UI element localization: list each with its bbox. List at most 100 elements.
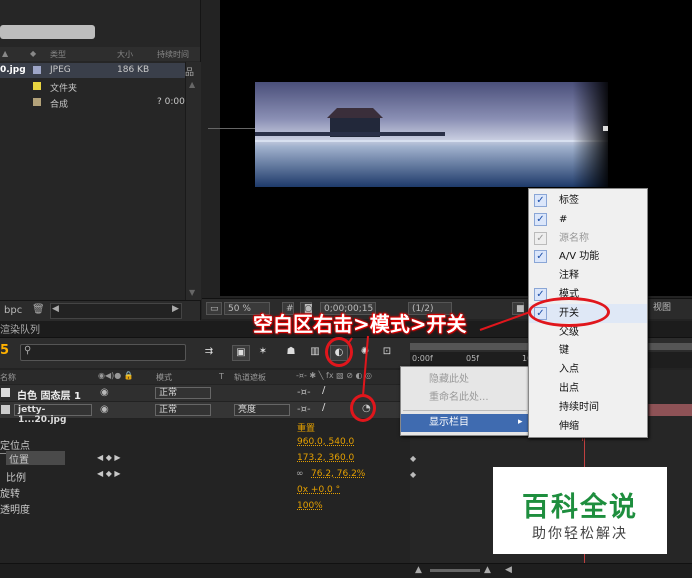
menu-item-in[interactable]: 入点 bbox=[529, 360, 647, 379]
timeline-zoom-bar: ▲ ▲ ◀ bbox=[0, 563, 692, 578]
property-row: 比例 ◀ ◆ ▶ ∞ 76.2, 76.2% bbox=[0, 467, 410, 484]
magnifier-icon[interactable]: ▭ bbox=[206, 302, 222, 315]
label-swatch[interactable] bbox=[33, 66, 41, 74]
shy-icon[interactable]: -¤- bbox=[297, 387, 311, 398]
column-size[interactable]: 大小 bbox=[117, 49, 133, 60]
property-value[interactable]: 173.2, 360.0 bbox=[297, 453, 354, 463]
keyframe-icon[interactable]: ◆ bbox=[410, 454, 416, 463]
jetty-image[interactable] bbox=[255, 82, 608, 187]
project-search-input[interactable] bbox=[0, 25, 95, 39]
shy-icon[interactable]: -¤- bbox=[297, 404, 311, 415]
zoom-in-icon[interactable]: ▲ bbox=[484, 565, 491, 575]
menu-item-out[interactable]: 出点 bbox=[529, 379, 647, 398]
property-row: 旋转 0x +0.0 ° bbox=[0, 483, 410, 500]
layer-name[interactable]: jetty-1...20.jpg bbox=[14, 404, 92, 425]
col-t[interactable]: T bbox=[219, 372, 224, 381]
quality-slash-icon[interactable]: / bbox=[322, 385, 325, 396]
zoom-slider[interactable] bbox=[430, 569, 480, 572]
menu-item-parent[interactable]: 父级 bbox=[529, 323, 647, 342]
quality-slash-icon[interactable]: / bbox=[322, 402, 325, 413]
zoom-out-icon[interactable]: ▲ bbox=[415, 565, 422, 575]
scroll-right-icon[interactable]: ▶ bbox=[172, 304, 179, 314]
video-eye-icon[interactable]: ◉ bbox=[100, 404, 109, 415]
property-name[interactable]: 位置 bbox=[6, 451, 65, 466]
col-mode[interactable]: 模式 bbox=[156, 372, 172, 383]
watermark-logo: 百科全说 助你轻松解决 bbox=[493, 467, 667, 554]
scroll-left-icon[interactable]: ◀ bbox=[52, 304, 59, 314]
draft-3d-icon[interactable]: ✶ bbox=[254, 345, 272, 361]
menu-item-av-features[interactable]: ✓ A/V 功能 bbox=[529, 247, 647, 266]
keyframe-icon[interactable]: ◆ bbox=[410, 470, 416, 479]
scroll-up-icon[interactable]: ▲ bbox=[189, 80, 195, 89]
column-type[interactable]: 类型 bbox=[50, 49, 66, 60]
label-swatch[interactable] bbox=[1, 388, 10, 397]
col-layer-name[interactable]: 名称 bbox=[0, 372, 16, 383]
menu-item-keys[interactable]: 键 bbox=[529, 341, 647, 360]
sort-arrow-icon[interactable]: ▲ bbox=[2, 49, 8, 58]
label-swatch[interactable] bbox=[1, 405, 10, 414]
column-duration[interactable]: 持续时间 bbox=[157, 49, 189, 60]
menu-item-comment[interactable]: 注释 bbox=[529, 266, 647, 285]
project-hscrollbar[interactable] bbox=[50, 303, 182, 319]
property-value[interactable]: 0x +0.0 ° bbox=[297, 485, 340, 495]
checkmark-icon: ✓ bbox=[534, 231, 547, 245]
project-item-type: 文件夹 bbox=[50, 84, 78, 94]
hide-shy-layers-icon[interactable]: ☗ bbox=[282, 345, 300, 361]
av-switch-icons[interactable]: ◉◀)● 🔒 bbox=[98, 371, 134, 380]
bpc-label[interactable]: bpc bbox=[4, 305, 22, 316]
project-item[interactable]: 合成 ? 0:00 bbox=[0, 95, 200, 110]
menu-item-text: 标签 bbox=[559, 195, 579, 206]
trash-icon[interactable]: 🗑 bbox=[32, 304, 45, 315]
keyframe-nav-icons[interactable]: ◀ ◆ ▶ bbox=[97, 469, 121, 478]
live-update-icon[interactable]: ▣ bbox=[232, 345, 250, 361]
property-value[interactable]: 100% bbox=[297, 501, 323, 511]
property-name: 定位点 bbox=[0, 441, 30, 452]
layer-name[interactable]: 白色 固态层 1 bbox=[17, 387, 81, 402]
view-select[interactable]: 视图 bbox=[650, 302, 690, 315]
reset-link[interactable]: 重置 bbox=[297, 421, 315, 434]
render-queue-tab[interactable]: 渲染队列 bbox=[0, 321, 40, 336]
project-scrollbar[interactable]: ▲ ▼ bbox=[185, 62, 201, 300]
project-item[interactable]: 文件夹 bbox=[0, 79, 200, 94]
col-trkmat[interactable]: 轨道遮板 bbox=[234, 372, 266, 383]
project-item[interactable]: 0.jpg JPEG 186 KB bbox=[0, 63, 200, 78]
video-eye-icon[interactable]: ◉ bbox=[100, 387, 109, 398]
property-name: 旋转 bbox=[0, 489, 20, 500]
scroll-down-icon[interactable]: ▼ bbox=[189, 288, 195, 297]
frame-blending-icon[interactable]: ▥ bbox=[306, 345, 324, 361]
timeline-search-input[interactable]: ⚲ bbox=[20, 344, 186, 361]
project-item-name: 0.jpg bbox=[0, 65, 26, 75]
link-icon[interactable]: ∞ bbox=[296, 469, 304, 479]
label-tag-icon[interactable]: ◆ bbox=[30, 49, 36, 58]
menu-item-text: A/V 功能 bbox=[559, 251, 600, 263]
property-value[interactable]: 960.0, 540.0 bbox=[297, 437, 354, 447]
property-value[interactable]: 76.2, 76.2% bbox=[311, 469, 365, 479]
label-swatch[interactable] bbox=[33, 98, 41, 106]
property-row: 透明度 100% bbox=[0, 499, 410, 516]
menu-item-stretch[interactable]: 伸缩 bbox=[529, 417, 647, 436]
trkmat-select[interactable]: 亮度 bbox=[234, 404, 290, 416]
menu-item-text: # bbox=[559, 213, 568, 225]
menu-item-columns[interactable]: 显示栏目 bbox=[401, 414, 529, 432]
menu-item-text: 父级 bbox=[559, 326, 579, 338]
label-swatch[interactable] bbox=[33, 82, 41, 90]
menu-item-number[interactable]: ✓ # bbox=[529, 210, 647, 229]
transform-handle[interactable] bbox=[603, 126, 608, 131]
keyframe-nav-icons[interactable]: ◀ ◆ ▶ bbox=[97, 453, 121, 462]
comp-mini-flowchart-icon[interactable]: ⇉ bbox=[200, 345, 218, 361]
watermark-title: 百科全说 bbox=[522, 492, 638, 523]
current-time[interactable]: 5 bbox=[0, 343, 9, 358]
project-item-duration: ? 0:00 bbox=[157, 97, 185, 107]
checkmark-icon: ✓ bbox=[534, 212, 547, 226]
property-row: 位置 ◀ ◆ ▶ 173.2, 360.0 bbox=[0, 451, 410, 467]
flowchart-icon[interactable]: 品 bbox=[185, 65, 194, 78]
menu-item-text: 源名称 bbox=[559, 232, 589, 244]
mode-select[interactable]: 正常 bbox=[155, 404, 211, 416]
menu-item-label[interactable]: ✓ 标签 bbox=[529, 191, 647, 210]
search-icon: ⚲ bbox=[24, 345, 32, 356]
menu-item-source-name[interactable]: ✓ 源名称 bbox=[529, 229, 647, 248]
scroll-left-icon[interactable]: ◀ bbox=[505, 565, 512, 575]
mode-select[interactable]: 正常 bbox=[155, 387, 211, 399]
menu-item-duration[interactable]: 持续时间 bbox=[529, 398, 647, 417]
project-item-size: 186 KB bbox=[117, 65, 150, 75]
